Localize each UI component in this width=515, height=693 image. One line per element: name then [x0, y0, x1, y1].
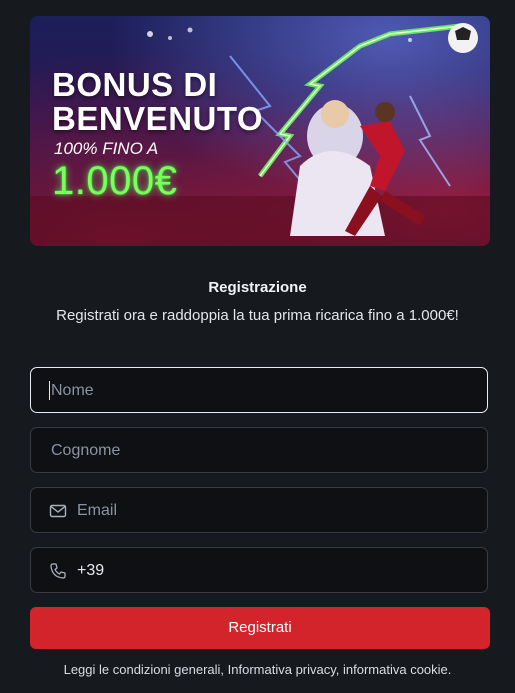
banner-heading-line1: BONUS DI [52, 66, 218, 103]
register-button[interactable]: Registrati [30, 607, 490, 649]
mail-icon [49, 504, 67, 518]
nome-field[interactable] [30, 367, 488, 414]
cognome-input[interactable] [49, 428, 473, 474]
form-title: Registrazione [208, 279, 307, 296]
email-field[interactable] [30, 487, 488, 534]
form-subtitle: Registrati ora e raddoppia la tua prima … [56, 307, 459, 324]
phone-field[interactable] [30, 547, 488, 594]
email-input[interactable] [75, 488, 479, 534]
banner-subheading: 100% FINO A [54, 139, 159, 158]
cognome-field[interactable] [30, 427, 488, 474]
promo-banner[interactable]: BONUS DI BENVENUTO 100% FINO A 1.000€ [30, 16, 490, 246]
nome-input[interactable] [49, 368, 473, 414]
phone-icon [50, 563, 66, 579]
banner-amount: 1.000€ [52, 159, 178, 203]
terms-links[interactable]: Leggi le condizioni generali, Informativ… [0, 662, 515, 677]
banner-heading-line2: BENVENUTO [52, 100, 264, 137]
phone-input[interactable] [75, 548, 479, 594]
